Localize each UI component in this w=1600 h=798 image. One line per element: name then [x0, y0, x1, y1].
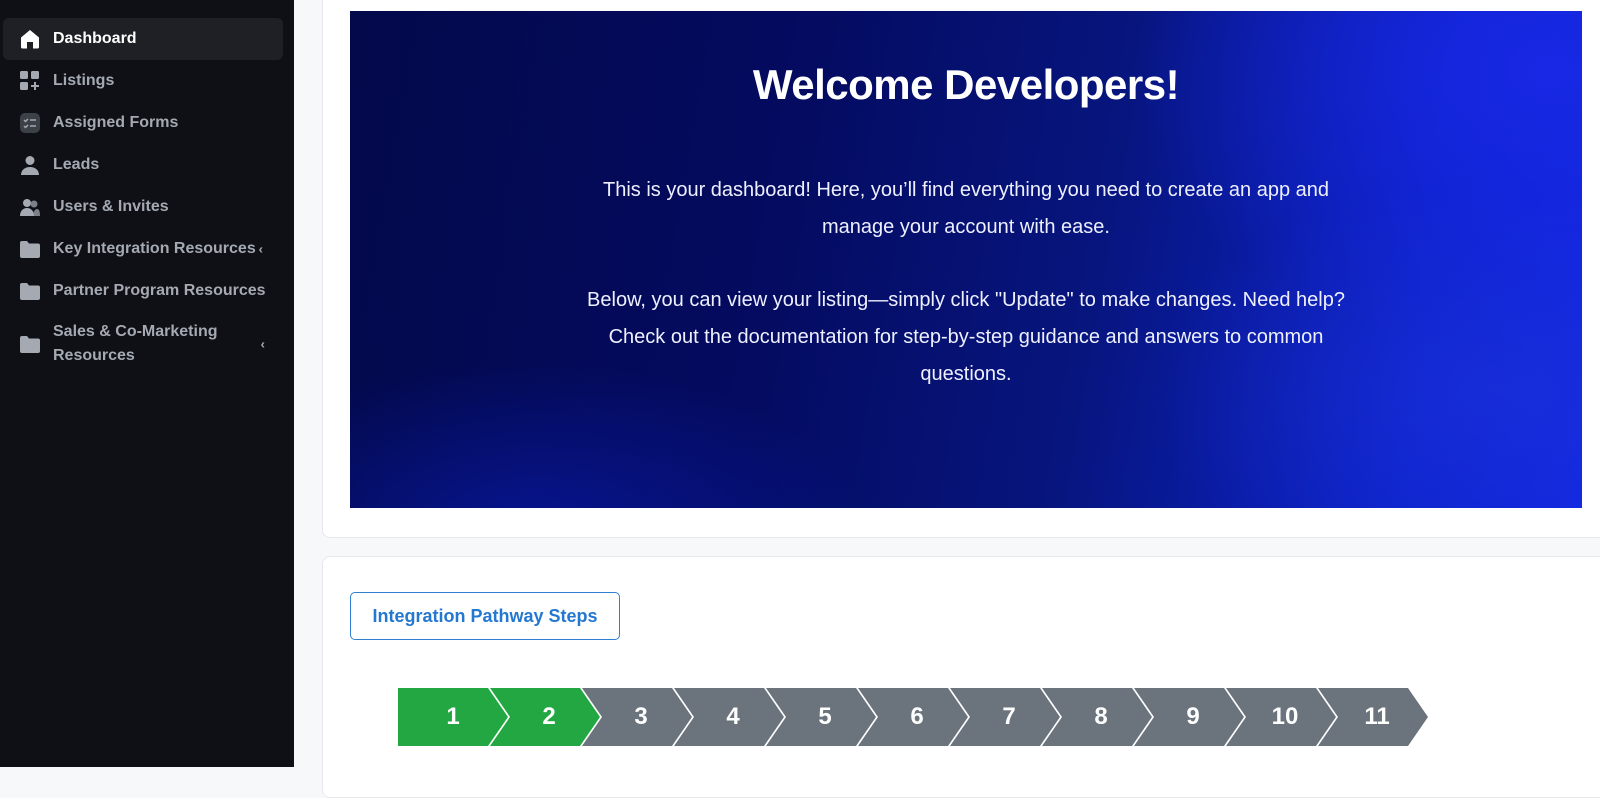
step-1[interactable]: 1 — [398, 688, 508, 746]
sidebar-item-label: Key Integration Resources — [53, 240, 256, 257]
sidebar-item-partner-program-resources[interactable]: Partner Program Resources — [3, 270, 283, 312]
sidebar-item-listings[interactable]: Listings — [3, 60, 283, 102]
sidebar-item-dashboard[interactable]: Dashboard — [3, 18, 283, 60]
folder-icon — [19, 238, 41, 260]
home-icon — [19, 28, 41, 50]
sidebar-item-assigned-forms[interactable]: Assigned Forms — [3, 102, 283, 144]
sidebar-item-sales-co-marketing-resources[interactable]: Sales & Co-Marketing Resources ‹ — [3, 312, 283, 376]
welcome-banner: Welcome Developers! This is your dashboa… — [350, 11, 1582, 508]
folder-icon — [19, 333, 41, 355]
intro-paragraph: This is your dashboard! Here, you’ll fin… — [603, 179, 1329, 238]
chevron-left-icon[interactable]: ‹ — [259, 242, 263, 257]
page-title: Welcome Developers! — [752, 61, 1180, 108]
sidebar-item-label: Users & Invites — [53, 198, 169, 215]
pathway-steps: 1 2 3 4 5 6 7 8 9 10 11 — [398, 688, 1438, 746]
sidebar: Dashboard Listings Assigned Forms Leads … — [0, 0, 294, 767]
sidebar-item-key-integration-resources[interactable]: Key Integration Resources ‹ — [3, 228, 283, 270]
sidebar-item-label: Dashboard — [53, 30, 137, 47]
checklist-icon — [19, 112, 41, 134]
help-paragraph: Below, you can view your listing—simply … — [587, 289, 1345, 385]
person-icon — [19, 154, 41, 176]
sidebar-item-leads[interactable]: Leads — [3, 144, 283, 186]
sidebar-item-label: Sales & Co-Marketing Resources — [53, 323, 218, 364]
sidebar-item-label: Partner Program Resources — [53, 282, 266, 299]
users-icon — [19, 196, 41, 218]
grid-plus-icon — [19, 70, 41, 92]
sidebar-item-label: Assigned Forms — [53, 114, 179, 131]
chevron-left-icon[interactable]: ‹ — [261, 337, 265, 352]
sidebar-item-label: Listings — [53, 72, 115, 89]
integration-pathway-steps-button[interactable]: Integration Pathway Steps — [350, 592, 620, 640]
sidebar-item-users-invites[interactable]: Users & Invites — [3, 186, 283, 228]
sidebar-item-label: Leads — [53, 156, 100, 173]
main-content: Welcome Developers! This is your dashboa… — [294, 0, 1600, 798]
folder-icon — [19, 280, 41, 302]
